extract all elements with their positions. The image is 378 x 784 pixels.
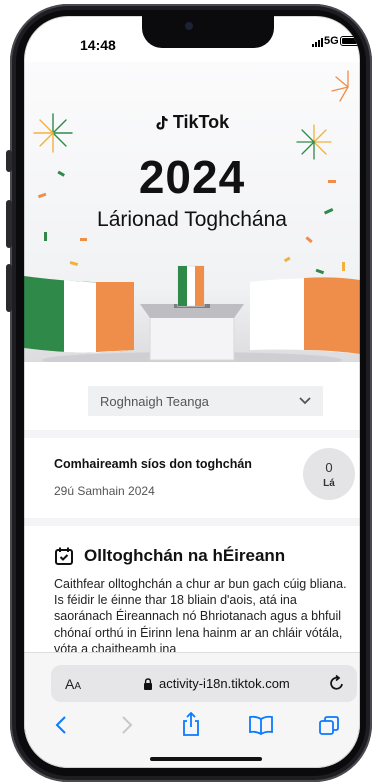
screen: 14:48 5G TikTok 2024 Lárionad Toghchána … xyxy=(24,16,360,768)
volume-down-button xyxy=(6,264,12,312)
section-divider xyxy=(24,518,360,526)
url-text: activity-i18n.tiktok.com xyxy=(159,676,290,691)
section-divider xyxy=(24,430,360,438)
text-size-large: A xyxy=(65,676,75,692)
signal-icon xyxy=(312,37,323,47)
hero-banner: TikTok 2024 Lárionad Toghchána xyxy=(24,62,360,362)
countdown-days-badge: 0 Lá xyxy=(303,448,355,500)
bookmarks-icon[interactable] xyxy=(248,715,274,735)
countdown-date: 29ú Samhain 2024 xyxy=(54,484,155,498)
forward-icon[interactable] xyxy=(120,715,134,735)
countdown-unit: Lá xyxy=(323,478,335,489)
network-type: 5G xyxy=(324,35,339,47)
silent-switch xyxy=(6,150,12,172)
countdown-card: Comhaireamh síos don toghchán 29ú Samhai… xyxy=(24,438,360,518)
article-section: Olltoghchán na hÉireann Caithfear olltog… xyxy=(54,546,354,657)
text-size-button[interactable]: AA xyxy=(65,676,81,692)
tiktok-logo: TikTok xyxy=(24,112,360,133)
countdown-days: 0 xyxy=(325,460,333,475)
ballot-box-illustration xyxy=(24,265,360,362)
browser-toolbar: AA activity-i18n.tiktok.com xyxy=(24,652,360,768)
calendar-check-icon xyxy=(55,547,73,565)
front-camera xyxy=(185,22,193,30)
article-title: Olltoghchán na hÉireann xyxy=(84,546,286,565)
reload-icon[interactable] xyxy=(327,673,347,693)
back-icon[interactable] xyxy=(54,715,68,735)
lock-icon xyxy=(144,677,152,690)
language-select[interactable]: Roghnaigh Teanga xyxy=(88,386,323,416)
navigation-toolbar xyxy=(24,711,360,745)
home-indicator[interactable] xyxy=(150,757,262,761)
tabs-icon[interactable] xyxy=(318,715,340,737)
text-size-small: A xyxy=(74,681,82,692)
share-icon[interactable] xyxy=(180,711,202,737)
notch xyxy=(142,16,274,48)
volume-up-button xyxy=(6,200,12,248)
tiktok-note-icon xyxy=(156,115,168,130)
chevron-down-icon xyxy=(299,397,311,405)
battery-icon xyxy=(340,36,360,46)
article-body: Caithfear olltoghchán a chur ar bun gach… xyxy=(54,577,347,656)
status-time: 14:48 xyxy=(80,37,116,53)
logo-text: TikTok xyxy=(172,112,230,132)
language-select-value: Roghnaigh Teanga xyxy=(100,393,209,409)
hero-year: 2024 xyxy=(138,151,246,203)
article-header: Olltoghchán na hÉireann xyxy=(54,546,354,566)
hero-subtitle: Lárionad Toghchána xyxy=(97,208,287,231)
url-display[interactable]: activity-i18n.tiktok.com xyxy=(143,676,290,691)
countdown-title: Comhaireamh síos don toghchán xyxy=(54,457,252,471)
address-bar[interactable]: AA activity-i18n.tiktok.com xyxy=(51,665,357,702)
